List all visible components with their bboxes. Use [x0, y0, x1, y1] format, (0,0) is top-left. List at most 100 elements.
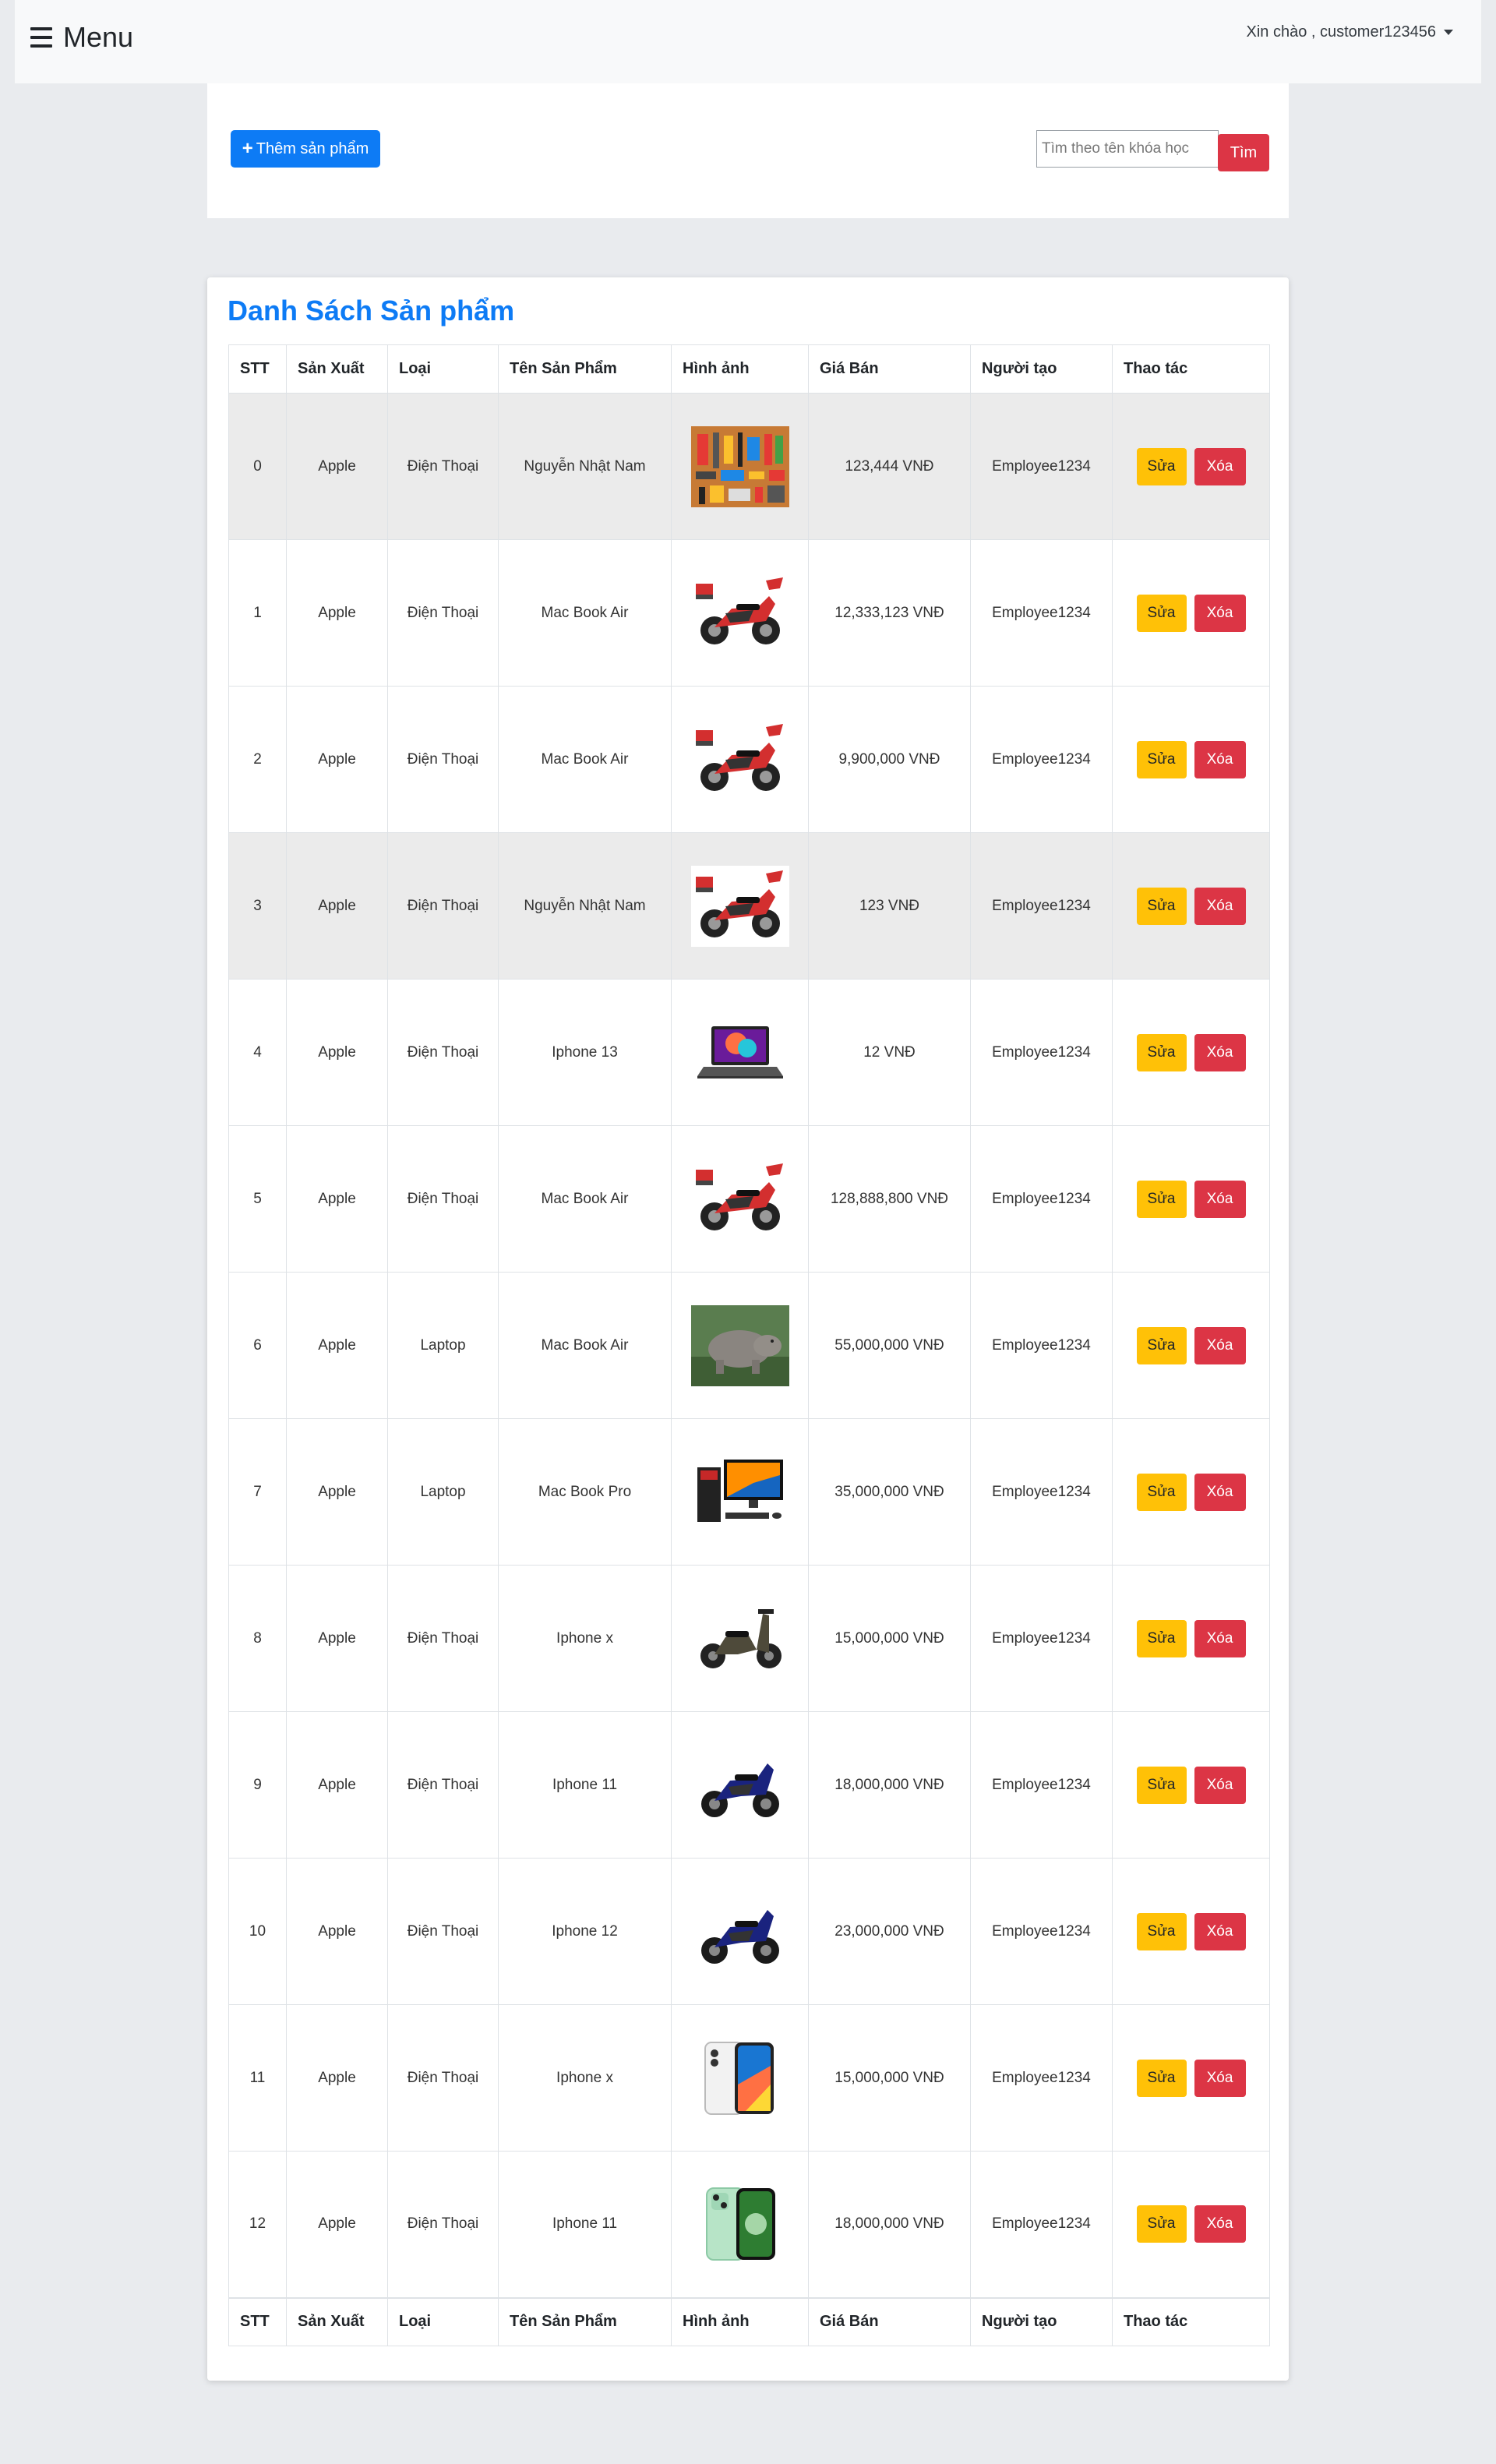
- product-table: STT Sản Xuất Loại Tên Sản Phẩm Hình ảnh …: [228, 344, 1270, 2346]
- cell-name: Iphone x: [498, 1565, 672, 1712]
- edit-button[interactable]: Sửa: [1136, 1473, 1187, 1511]
- delete-button[interactable]: Xóa: [1194, 1619, 1246, 1657]
- delete-button[interactable]: Xóa: [1194, 1912, 1246, 1950]
- col-footer-maker: Sản Xuất: [286, 2296, 388, 2346]
- cell-price: 128,888,800 VNĐ: [808, 1125, 971, 1273]
- laptop-image: [690, 1011, 789, 1093]
- cell-name: Iphone 12: [498, 1858, 672, 2005]
- cell-name: Iphone 13: [498, 979, 672, 1126]
- table-body: 0 Apple Điện Thoại Nguyễn Nhật Nam 123,444 V…: [228, 393, 1270, 2298]
- edit-button[interactable]: Sửa: [1136, 1180, 1187, 1218]
- cell-image: [671, 2004, 809, 2152]
- edit-button[interactable]: Sửa: [1136, 740, 1187, 778]
- col-header-maker: Sản Xuất: [286, 344, 388, 394]
- col-header-stt: STT: [228, 344, 287, 394]
- col-header-image: Hình ảnh: [671, 344, 809, 394]
- cell-price: 18,000,000 VNĐ: [808, 1711, 971, 1859]
- edit-button[interactable]: Sửa: [1136, 2059, 1187, 2097]
- search-input[interactable]: [1036, 130, 1219, 168]
- cell-actions: Sửa Xóa: [1112, 979, 1270, 1126]
- delete-button[interactable]: Xóa: [1194, 740, 1246, 778]
- add-product-button[interactable]: + Thêm sản phẩm: [231, 130, 380, 168]
- cell-name: Iphone 11: [498, 2151, 672, 2298]
- delete-button[interactable]: Xóa: [1194, 1326, 1246, 1364]
- cell-maker: Apple: [286, 1418, 388, 1566]
- cell-actions: Sửa Xóa: [1112, 832, 1270, 980]
- motorbike-red-image: [690, 1158, 789, 1240]
- cell-stt: 6: [228, 1272, 287, 1419]
- edit-button[interactable]: Sửa: [1136, 887, 1187, 925]
- cell-type: Điện Thoại: [387, 1125, 499, 1273]
- delete-button[interactable]: Xóa: [1194, 2059, 1246, 2097]
- cell-creator: Employee1234: [970, 1565, 1113, 1712]
- cell-type: Điện Thoại: [387, 2004, 499, 2152]
- delete-button[interactable]: Xóa: [1194, 1766, 1246, 1804]
- cell-type: Điện Thoại: [387, 2151, 499, 2298]
- cell-actions: Sửa Xóa: [1112, 2004, 1270, 2152]
- motorbike-blue-image: [690, 1744, 789, 1826]
- cell-image: [671, 2151, 809, 2298]
- cell-actions: Sửa Xóa: [1112, 393, 1270, 540]
- search-button[interactable]: Tìm: [1218, 134, 1269, 171]
- edit-button[interactable]: Sửa: [1136, 1033, 1187, 1071]
- cell-name: Mac Book Pro: [498, 1418, 672, 1566]
- cell-image: [671, 832, 809, 980]
- cell-price: 123 VNĐ: [808, 832, 971, 980]
- cell-maker: Apple: [286, 2151, 388, 2298]
- cell-stt: 12: [228, 2151, 287, 2298]
- col-header-name: Tên Sản Phẩm: [498, 344, 672, 394]
- col-footer-creator: Người tạo: [970, 2296, 1113, 2346]
- motorbike-red-image: [690, 572, 789, 654]
- cell-type: Laptop: [387, 1418, 499, 1566]
- cell-creator: Employee1234: [970, 686, 1113, 833]
- delete-button[interactable]: Xóa: [1194, 887, 1246, 925]
- cell-price: 12 VNĐ: [808, 979, 971, 1126]
- edit-button[interactable]: Sửa: [1136, 1619, 1187, 1657]
- cell-name: Iphone x: [498, 2004, 672, 2152]
- cell-stt: 9: [228, 1711, 287, 1859]
- cell-maker: Apple: [286, 1858, 388, 2005]
- cell-price: 15,000,000 VNĐ: [808, 1565, 971, 1712]
- cell-creator: Employee1234: [970, 1418, 1113, 1566]
- user-dropdown[interactable]: Xin chào , customer123456: [1246, 23, 1453, 41]
- tools-image: [690, 425, 789, 507]
- menu-toggle[interactable]: Menu: [30, 20, 133, 55]
- product-list-card: Danh Sách Sản phẩm STT Sản Xuất Loại Tên…: [207, 277, 1289, 2381]
- cell-actions: Sửa Xóa: [1112, 1858, 1270, 2005]
- table-row: 5 Apple Điện Thoại Mac Book Air 128,888,800 …: [228, 1125, 1270, 1273]
- table-row: 9 Apple Điện Thoại Iphone 11 18,000,000 VNĐ E…: [228, 1711, 1270, 1859]
- col-header-actions: Thao tác: [1112, 344, 1270, 394]
- cell-actions: Sửa Xóa: [1112, 1565, 1270, 1712]
- delete-button[interactable]: Xóa: [1194, 1033, 1246, 1071]
- col-header-price: Giá Bán: [808, 344, 971, 394]
- motorbike-blue-image: [690, 1890, 789, 1972]
- delete-button[interactable]: Xóa: [1194, 447, 1246, 485]
- edit-button[interactable]: Sửa: [1136, 447, 1187, 485]
- cell-image: [671, 539, 809, 687]
- cell-type: Điện Thoại: [387, 832, 499, 980]
- edit-button[interactable]: Sửa: [1136, 1766, 1187, 1804]
- cell-creator: Employee1234: [970, 832, 1113, 980]
- cell-image: [671, 393, 809, 540]
- cell-maker: Apple: [286, 1711, 388, 1859]
- delete-button[interactable]: Xóa: [1194, 1180, 1246, 1218]
- edit-button[interactable]: Sửa: [1136, 594, 1187, 632]
- cell-name: Nguyễn Nhật Nam: [498, 393, 672, 540]
- cell-price: 35,000,000 VNĐ: [808, 1418, 971, 1566]
- edit-button[interactable]: Sửa: [1136, 2205, 1187, 2243]
- col-header-creator: Người tạo: [970, 344, 1113, 394]
- table-row: 12 Apple Điện Thoại Iphone 11 18,000,000 VNĐ…: [228, 2151, 1270, 2298]
- menu-label: Menu: [63, 21, 134, 53]
- user-greeting: Xin chào , customer123456: [1246, 23, 1437, 41]
- delete-button[interactable]: Xóa: [1194, 594, 1246, 632]
- delete-button[interactable]: Xóa: [1194, 1473, 1246, 1511]
- edit-button[interactable]: Sửa: [1136, 1912, 1187, 1950]
- cell-name: Nguyễn Nhật Nam: [498, 832, 672, 980]
- cell-maker: Apple: [286, 686, 388, 833]
- cell-maker: Apple: [286, 979, 388, 1126]
- plus-icon: +: [242, 138, 253, 159]
- edit-button[interactable]: Sửa: [1136, 1326, 1187, 1364]
- delete-button[interactable]: Xóa: [1194, 2205, 1246, 2243]
- scooter-image: [690, 1597, 789, 1679]
- hippo-image: [690, 1304, 789, 1386]
